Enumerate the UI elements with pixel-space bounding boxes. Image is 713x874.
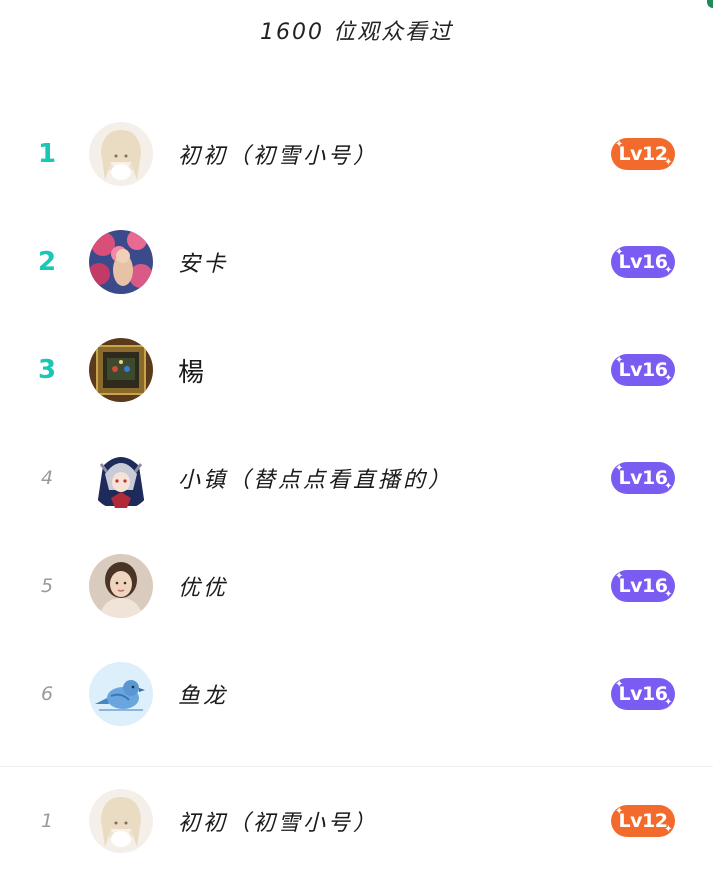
sparkle-icon: ✦ — [615, 139, 623, 150]
viewer-name: 楊 — [178, 357, 205, 388]
level-label: Lv16 — [618, 359, 668, 381]
level-badge: ✦ Lv16 ✦ — [611, 462, 675, 494]
blue-bird-avatar-icon — [89, 662, 153, 726]
viewer-row[interactable]: 2 安卡 ✦ Lv16 ✦ — [0, 208, 713, 316]
viewer-row[interactable]: 1 初初（初雪小号） ✦ Lv12 ✦ — [0, 767, 713, 874]
sparkle-icon: ✦ — [615, 679, 623, 690]
level-label: Lv12 — [618, 143, 668, 165]
sparkle-icon: ✦ — [664, 265, 672, 276]
viewer-name: 小镇（替点点看直播的） — [178, 468, 454, 493]
avatar[interactable] — [89, 230, 153, 294]
page-title: 1600 位观众看过 — [260, 20, 453, 45]
avatar[interactable] — [89, 554, 153, 618]
header: 1600 位观众看过 — [0, 0, 713, 60]
avatar[interactable] — [89, 662, 153, 726]
level-label: Lv16 — [618, 251, 668, 273]
sparkle-icon: ✦ — [615, 806, 623, 817]
sparkle-icon: ✦ — [664, 157, 672, 168]
level-label: Lv16 — [618, 575, 668, 597]
rank-number: 3 — [37, 355, 57, 385]
sparkle-icon: ✦ — [664, 481, 672, 492]
viewer-list-page: 1600 位观众看过 1 初初（初雪小号） ✦ Lv12 ✦ 2 安卡 ✦ Lv… — [0, 0, 713, 874]
avatar[interactable] — [89, 122, 153, 186]
anime-girl-avatar-icon — [89, 122, 153, 186]
sparkle-icon: ✦ — [664, 824, 672, 835]
anime-character-avatar-icon — [89, 446, 153, 510]
rank-number: 2 — [37, 247, 57, 277]
avatar[interactable] — [89, 338, 153, 402]
anime-girl-avatar-icon — [89, 789, 153, 853]
sparkle-icon: ✦ — [664, 373, 672, 384]
viewer-name: 鱼龙 — [178, 684, 229, 709]
sparkle-icon: ✦ — [664, 697, 672, 708]
viewer-name: 优优 — [178, 576, 229, 601]
viewer-row[interactable]: 4 小镇（替点点看直播的） ✦ Lv16 ✦ — [0, 424, 713, 532]
rank-number: 6 — [40, 683, 54, 705]
pink-flowers-avatar-icon — [89, 230, 153, 294]
rank-number: 5 — [40, 575, 54, 597]
sparkle-icon: ✦ — [615, 463, 623, 474]
level-label: Lv16 — [618, 683, 668, 705]
sparkle-icon: ✦ — [615, 571, 623, 582]
avatar[interactable] — [89, 446, 153, 510]
level-badge: ✦ Lv12 ✦ — [611, 138, 675, 170]
sparkle-icon: ✦ — [664, 589, 672, 600]
viewer-name: 安卡 — [178, 252, 229, 277]
avatar[interactable] — [89, 789, 153, 853]
viewer-name: 初初（初雪小号） — [178, 144, 379, 169]
level-badge: ✦ Lv16 ✦ — [611, 570, 675, 602]
level-label: Lv16 — [618, 467, 668, 489]
viewer-row[interactable]: 6 鱼龙 ✦ Lv16 ✦ — [0, 640, 713, 748]
viewer-row[interactable]: 1 初初（初雪小号） ✦ Lv12 ✦ — [0, 100, 713, 208]
my-rank-row[interactable]: 1 初初（初雪小号） ✦ Lv12 ✦ — [0, 767, 713, 874]
level-badge: ✦ Lv16 ✦ — [611, 354, 675, 386]
sparkle-icon: ✦ — [615, 355, 623, 366]
sparkle-icon: ✦ — [615, 247, 623, 258]
level-label: Lv12 — [618, 810, 668, 832]
viewer-name: 初初（初雪小号） — [178, 811, 379, 836]
level-badge: ✦ Lv16 ✦ — [611, 678, 675, 710]
level-badge: ✦ Lv12 ✦ — [611, 805, 675, 837]
rank-number: 1 — [37, 139, 57, 169]
rank-number: 4 — [40, 467, 54, 489]
viewer-row[interactable]: 5 优优 ✦ Lv16 ✦ — [0, 532, 713, 640]
woman-portrait-avatar-icon — [89, 554, 153, 618]
viewer-row[interactable]: 3 楊 ✦ Lv16 ✦ — [0, 316, 713, 424]
level-badge: ✦ Lv16 ✦ — [611, 246, 675, 278]
viewer-list: 1 初初（初雪小号） ✦ Lv12 ✦ 2 安卡 ✦ Lv16 ✦ 3 楊 ✦ … — [0, 100, 713, 748]
rank-number: 1 — [40, 810, 54, 832]
framed-picture-avatar-icon — [89, 338, 153, 402]
